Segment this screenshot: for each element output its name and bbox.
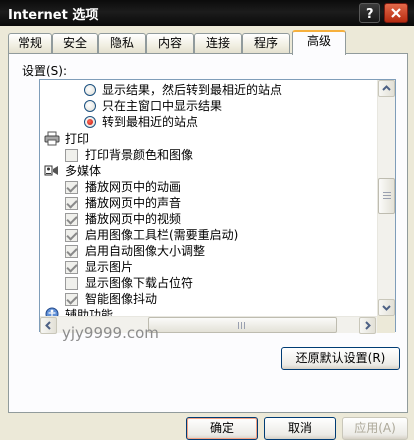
help-button[interactable]: ?	[359, 3, 380, 23]
vertical-scroll-thumb[interactable]	[378, 178, 395, 214]
checkbox[interactable]	[65, 277, 78, 290]
checkbox[interactable]	[65, 293, 78, 306]
grip-line	[241, 322, 242, 329]
window-title: Internet 选项	[8, 8, 99, 23]
close-icon	[391, 8, 401, 18]
checkbox[interactable]	[65, 245, 78, 258]
right-arrow-icon	[365, 321, 371, 330]
grip-line	[383, 195, 391, 196]
close-button[interactable]	[384, 3, 408, 23]
tab-strip: 常规 安全 隐私 内容 连接 程序 高级	[0, 30, 414, 55]
checkbox[interactable]	[65, 261, 78, 274]
tab-content[interactable]: 内容	[146, 33, 194, 53]
vertical-scrollbar[interactable]	[377, 80, 395, 316]
cancel-button[interactable]: 取消	[264, 417, 336, 440]
tab-programs[interactable]: 程序	[242, 33, 290, 53]
radio-option[interactable]: 只在主窗口中显示结果	[82, 98, 382, 114]
scrollbar-corner	[377, 316, 395, 333]
tab-connections[interactable]: 连接	[194, 33, 242, 53]
tab-advanced[interactable]: 高级	[292, 30, 346, 55]
checkbox-option[interactable]: 启用图像工具栏(需要重启动)	[64, 227, 364, 243]
category-print: 打印	[44, 131, 344, 147]
scroll-left-button[interactable]	[40, 317, 57, 334]
printer-icon	[44, 131, 60, 146]
restore-defaults-button[interactable]: 还原默认设置(R)	[281, 347, 400, 370]
scroll-right-button[interactable]	[359, 317, 376, 334]
checkbox-option[interactable]: 显示图像下载占位符	[64, 275, 364, 291]
grip-line	[238, 322, 239, 329]
down-arrow-icon	[382, 305, 391, 311]
multimedia-icon	[44, 165, 58, 176]
checkbox-option[interactable]: 启用自动图像大小调整	[64, 243, 364, 259]
checkbox-option[interactable]: 播放网页中的动画	[64, 179, 364, 195]
grip-line	[383, 198, 391, 199]
radio-option[interactable]: 显示结果，然后转到最相近的站点	[82, 82, 382, 98]
grip-line	[383, 192, 391, 193]
radio-button[interactable]	[84, 100, 96, 112]
radio-button[interactable]	[84, 116, 96, 128]
checkbox[interactable]	[65, 181, 78, 194]
tab-privacy[interactable]: 隐私	[98, 33, 146, 53]
category-multimedia: 多媒体	[44, 163, 344, 179]
tab-security[interactable]: 安全	[52, 33, 98, 53]
ok-button[interactable]: 确定	[186, 417, 258, 440]
settings-label: 设置(S):	[22, 64, 68, 78]
help-icon: ?	[366, 7, 374, 22]
grip-line	[244, 322, 245, 329]
checkbox[interactable]	[65, 197, 78, 210]
checkbox-option[interactable]: 智能图像抖动	[64, 291, 364, 307]
svg-text:?: ?	[366, 7, 374, 22]
checkbox-option[interactable]: 播放网页中的视频	[64, 211, 364, 227]
checkbox[interactable]	[65, 229, 78, 242]
horizontal-scroll-thumb[interactable]	[148, 317, 337, 333]
scroll-down-button[interactable]	[378, 299, 395, 316]
checkbox[interactable]	[65, 213, 78, 226]
radio-button[interactable]	[84, 84, 96, 96]
checkbox-option[interactable]: 显示图片	[64, 259, 364, 275]
up-arrow-icon	[382, 85, 391, 91]
settings-list[interactable]: 显示结果，然后转到最相近的站点 只在主窗口中显示结果 转到最相近的站点 打印 打…	[39, 79, 396, 332]
left-arrow-icon	[45, 321, 51, 330]
scroll-up-button[interactable]	[378, 80, 395, 97]
checkbox-option[interactable]: 播放网页中的声音	[64, 195, 364, 211]
checkbox[interactable]	[65, 149, 78, 162]
title-bar: Internet 选项 ?	[0, 0, 414, 26]
tab-general[interactable]: 常规	[8, 33, 52, 53]
radio-option[interactable]: 转到最相近的站点	[82, 114, 382, 130]
checkbox-option[interactable]: 打印背景颜色和图像	[64, 147, 364, 163]
apply-button[interactable]: 应用(A)	[342, 417, 408, 440]
watermark: yjy9999.com	[62, 324, 159, 342]
